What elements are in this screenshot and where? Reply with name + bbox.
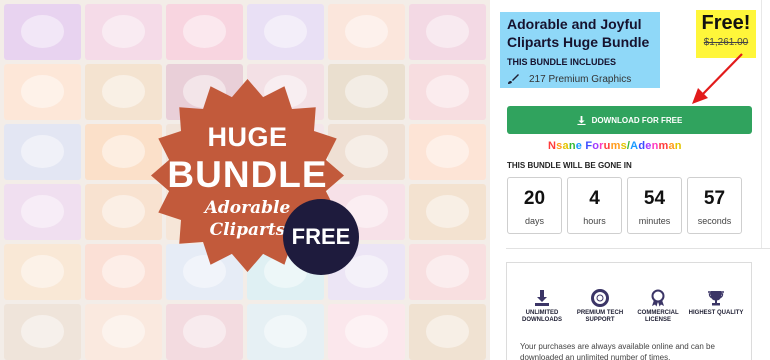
download-icon	[535, 290, 549, 306]
forum-watermark: Nsane Forums/Adenman	[545, 138, 685, 155]
days-value: 20	[523, 188, 546, 209]
includes-label: THIS BUNDLE INCLUDES	[507, 57, 617, 67]
feature-label: HIGHEST QUALITY	[688, 310, 744, 316]
graphics-count: 217 Premium Graphics	[529, 73, 632, 85]
clipart-tile	[409, 184, 486, 240]
seconds-label: seconds	[697, 216, 732, 226]
clipart-tile	[4, 64, 81, 120]
clipart-tile	[4, 244, 81, 300]
clipart-tile	[409, 64, 486, 120]
badge-bundle-text: BUNDLE	[167, 154, 328, 195]
trophy-icon	[708, 291, 724, 306]
lifebuoy-icon	[591, 289, 609, 307]
feature-commercial-license: COMMERCIAL LICENSE	[630, 289, 686, 324]
free-price-label: Free!	[701, 12, 751, 34]
clipart-tile	[409, 124, 486, 180]
clipart-tile	[247, 4, 324, 60]
clipart-tile	[4, 184, 81, 240]
clipart-tile	[4, 4, 81, 60]
free-circle-badge: FREE	[283, 199, 359, 275]
minutes-value: 54	[643, 188, 666, 209]
clipart-tile	[85, 4, 162, 60]
clipart-tile	[85, 304, 162, 360]
clipart-tile	[328, 304, 405, 360]
clipart-tile	[409, 244, 486, 300]
clipart-tile	[409, 4, 486, 60]
countdown-heading: THIS BUNDLE WILL BE GONE IN	[507, 161, 632, 170]
minutes-label: minutes	[638, 216, 671, 226]
feature-label: COMMERCIAL LICENSE	[637, 310, 679, 323]
paintbrush-icon	[508, 74, 519, 84]
days-label: days	[524, 216, 544, 226]
badge-huge-text: HUGE	[207, 122, 288, 152]
features-panel: UNLIMITED DOWNLOADS PREMIUM TECH SUPPORT…	[506, 262, 752, 360]
graphics-count-row: 217 Premium Graphics	[507, 73, 653, 85]
download-promise-text: Your purchases are always available onli…	[520, 342, 715, 360]
download-icon	[577, 115, 586, 125]
countdown-days: 20 days	[507, 177, 562, 234]
original-price: $1,261.00	[703, 37, 749, 48]
clipart-tile	[247, 304, 324, 360]
countdown-minutes: 54 minutes	[627, 177, 682, 234]
clipart-tile	[166, 304, 243, 360]
clipart-tile	[328, 4, 405, 60]
feature-label: UNLIMITED DOWNLOADS	[522, 310, 562, 323]
download-for-free-button[interactable]: DOWNLOAD FOR FREE	[507, 106, 752, 134]
hours-value: 4	[589, 188, 600, 209]
clipart-tile	[409, 304, 486, 360]
feature-label: PREMIUM TECH SUPPORT	[576, 310, 624, 323]
section-divider	[506, 248, 770, 249]
feature-premium-support: PREMIUM TECH SUPPORT	[572, 289, 628, 324]
ribbon-icon	[651, 289, 665, 307]
panel-border	[761, 0, 762, 248]
red-arrow-annotation	[692, 53, 743, 104]
product-title: Adorable and Joyful Cliparts Huge Bundle	[507, 16, 650, 50]
product-info-box: Adorable and Joyful Cliparts Huge Bundle…	[500, 12, 660, 88]
seconds-value: 57	[703, 188, 726, 209]
clipart-tile	[4, 304, 81, 360]
clipart-tile	[4, 124, 81, 180]
countdown-timer: 20 days 4 hours 54 minutes 57 seconds	[507, 177, 742, 234]
countdown-seconds: 57 seconds	[687, 177, 742, 234]
download-button-label: DOWNLOAD FOR FREE	[591, 115, 683, 125]
feature-highest-quality: HIGHEST QUALITY	[688, 289, 744, 324]
feature-unlimited-downloads: UNLIMITED DOWNLOADS	[514, 289, 570, 324]
bundle-preview-image: HUGE BUNDLE Adorable Cliparts FREE	[0, 0, 490, 360]
bundle-page: HUGE BUNDLE Adorable Cliparts FREE Adora…	[0, 0, 770, 360]
clipart-tile	[166, 4, 243, 60]
hours-label: hours	[583, 216, 606, 226]
countdown-hours: 4 hours	[567, 177, 622, 234]
